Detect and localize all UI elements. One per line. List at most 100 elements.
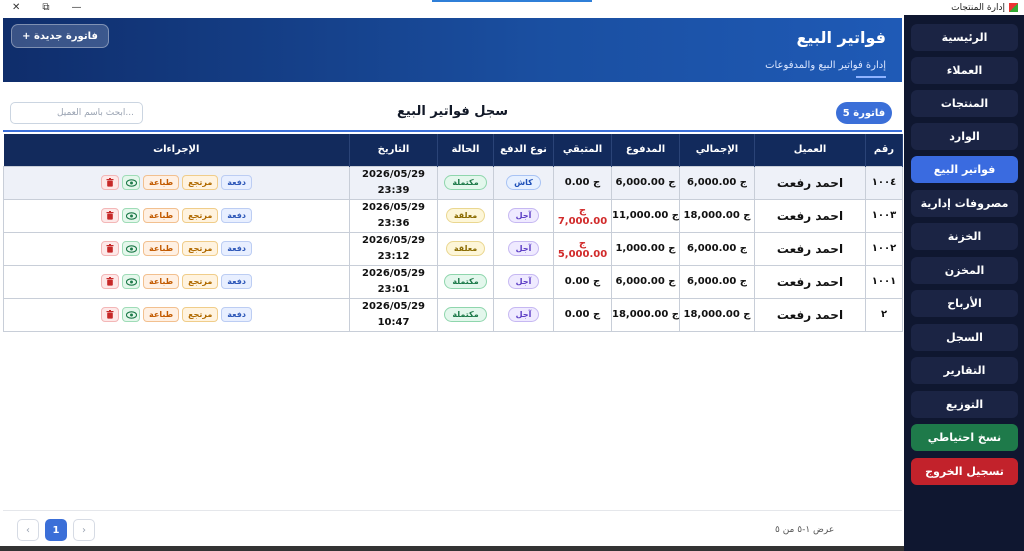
next-page-button[interactable]: ›	[73, 519, 95, 541]
eye-icon	[125, 310, 137, 319]
invoice-total: ج 6,000.00	[679, 264, 755, 299]
sidebar-item-home[interactable]: الرئيسية	[911, 24, 1018, 51]
restore-icon[interactable]: ⧉	[42, 2, 49, 13]
table-row[interactable]: ٢ احمد رفعت ج 18,000.00 ج 18,000.00 ج 0.…	[3, 297, 903, 332]
sidebar-item-log[interactable]: السجل	[911, 324, 1018, 351]
status-badge: مكتملة	[444, 307, 487, 322]
sidebar-item-treasury[interactable]: الخزنة	[911, 223, 1018, 250]
sidebar-item-sales-invoices[interactable]: فواتير البيع	[911, 156, 1018, 183]
delete-button[interactable]	[101, 274, 119, 289]
payment-type-cell: آجل	[493, 297, 554, 332]
customer-name: احمد رفعت	[754, 297, 866, 332]
delete-button[interactable]	[101, 307, 119, 322]
pagination-range: عرض ١-٥ من ٥	[775, 525, 835, 535]
invoice-date-day: 2026/05/29	[362, 300, 425, 312]
invoice-total: ج 6,000.00	[679, 231, 755, 266]
view-button[interactable]	[122, 241, 140, 256]
close-icon[interactable]: ✕	[12, 2, 20, 13]
invoice-number: ١٠٠٣	[865, 198, 903, 233]
new-invoice-button[interactable]: + فاتورة جديدة	[11, 24, 109, 48]
minimize-icon[interactable]: —	[72, 2, 82, 13]
status-cell: معلقة	[437, 198, 494, 233]
page-title: فواتير البيع	[796, 28, 886, 47]
return-button[interactable]: مرتجع	[182, 274, 219, 289]
actions-cell: دفعة مرتجع طباعة	[3, 198, 350, 233]
delete-button[interactable]	[101, 175, 119, 190]
delete-button[interactable]	[101, 241, 119, 256]
table-row[interactable]: ١٠٠٢ احمد رفعت ج 6,000.00 ج 1,000.00 ج 5…	[3, 231, 903, 266]
sidebar-item-profits[interactable]: الأرباح	[911, 290, 1018, 317]
app-logo-icon	[1009, 3, 1018, 12]
customer-name: احمد رفعت	[754, 165, 866, 200]
page-subtitle: إدارة فواتير البيع والمدفوعات	[765, 60, 886, 71]
status-badge: معلقة	[445, 208, 486, 223]
return-button[interactable]: مرتجع	[182, 208, 219, 223]
trash-icon	[106, 310, 114, 319]
sidebar-item-customers[interactable]: العملاء	[911, 57, 1018, 84]
view-button[interactable]	[122, 274, 140, 289]
page-header: + فاتورة جديدة فواتير البيع إدارة فواتير…	[3, 18, 902, 82]
bottom-edge	[0, 546, 904, 551]
print-button[interactable]: طباعة	[143, 175, 180, 190]
print-button[interactable]: طباعة	[143, 307, 180, 322]
backup-button[interactable]: نسخ احتياطي	[911, 424, 1018, 451]
window-controls: ✕ ⧉ —	[0, 2, 82, 13]
status-cell: مكتملة	[437, 297, 494, 332]
actions-cell: دفعة مرتجع طباعة	[3, 231, 350, 266]
sidebar-item-incoming[interactable]: الوارد	[911, 123, 1018, 150]
sidebar-item-warehouse[interactable]: المخزن	[911, 257, 1018, 284]
eye-icon	[125, 244, 137, 253]
pay-button[interactable]: دفعة	[221, 307, 253, 322]
actions-cell: دفعة مرتجع طباعة	[3, 297, 350, 332]
invoice-remaining: ج 0.00	[553, 165, 612, 200]
payment-type-badge: آجل	[507, 208, 540, 223]
invoices-table-container: رقم العميل الإجمالي المدفوع المتبقي نوع …	[3, 134, 903, 332]
view-button[interactable]	[122, 208, 140, 223]
invoice-remaining: ج 0.00	[553, 297, 612, 332]
invoice-remaining: ج 7,000.00	[553, 198, 612, 233]
sidebar-item-distribution[interactable]: التوزيع	[911, 391, 1018, 418]
invoice-date-time: 10:47	[377, 316, 410, 328]
view-button[interactable]	[122, 307, 140, 322]
column-header: المتبقي	[553, 134, 612, 166]
sidebar-item-products[interactable]: المنتجات	[911, 90, 1018, 117]
records-toolbar: سجل فواتير البيع 5 فاتورة	[3, 92, 902, 132]
column-header: الإجمالي	[679, 134, 755, 166]
invoice-date: 2026/05/29 23:01	[349, 264, 438, 299]
actions-cell: دفعة مرتجع طباعة	[3, 165, 350, 200]
print-button[interactable]: طباعة	[143, 274, 180, 289]
page-button-current[interactable]: 1	[45, 519, 67, 541]
table-row[interactable]: ١٠٠٣ احمد رفعت ج 18,000.00 ج 11,000.00 ج…	[3, 198, 903, 233]
table-row[interactable]: ١٠٠١ احمد رفعت ج 6,000.00 ج 6,000.00 ج 0…	[3, 264, 903, 299]
delete-button[interactable]	[101, 208, 119, 223]
trash-icon	[106, 244, 114, 253]
table-row[interactable]: ١٠٠٤ احمد رفعت ج 6,000.00 ج 6,000.00 ج 0…	[3, 165, 903, 200]
invoice-date-day: 2026/05/29	[362, 234, 425, 246]
return-button[interactable]: مرتجع	[182, 241, 219, 256]
view-button[interactable]	[122, 175, 140, 190]
pay-button[interactable]: دفعة	[221, 241, 253, 256]
invoice-date-time: 23:01	[377, 283, 410, 295]
column-header: العميل	[754, 134, 866, 166]
return-button[interactable]: مرتجع	[182, 175, 219, 190]
print-button[interactable]: طباعة	[143, 241, 180, 256]
return-button[interactable]: مرتجع	[182, 307, 219, 322]
print-button[interactable]: طباعة	[143, 208, 180, 223]
invoice-date-time: 23:39	[377, 184, 410, 196]
invoice-date: 2026/05/29 23:39	[349, 165, 438, 200]
pay-button[interactable]: دفعة	[221, 274, 253, 289]
invoice-paid: ج 6,000.00	[611, 165, 680, 200]
pay-button[interactable]: دفعة	[221, 208, 253, 223]
prev-page-button[interactable]: ‹	[17, 519, 39, 541]
table-footer: ‹ 1 › عرض ١-٥ من ٥	[3, 510, 902, 546]
logout-button[interactable]: تسجيل الخروج	[911, 458, 1018, 485]
invoice-number: ١٠٠١	[865, 264, 903, 299]
sidebar-item-admin-expenses[interactable]: مصروفات إدارية	[911, 190, 1018, 217]
table-header-row: رقم العميل الإجمالي المدفوع المتبقي نوع …	[3, 134, 903, 166]
column-header: المدفوع	[611, 134, 680, 166]
sidebar-item-reports[interactable]: التقارير	[911, 357, 1018, 384]
invoice-date: 2026/05/29 23:36	[349, 198, 438, 233]
status-cell: مكتملة	[437, 165, 494, 200]
pay-button[interactable]: دفعة	[221, 175, 253, 190]
invoice-number: ٢	[865, 297, 903, 332]
